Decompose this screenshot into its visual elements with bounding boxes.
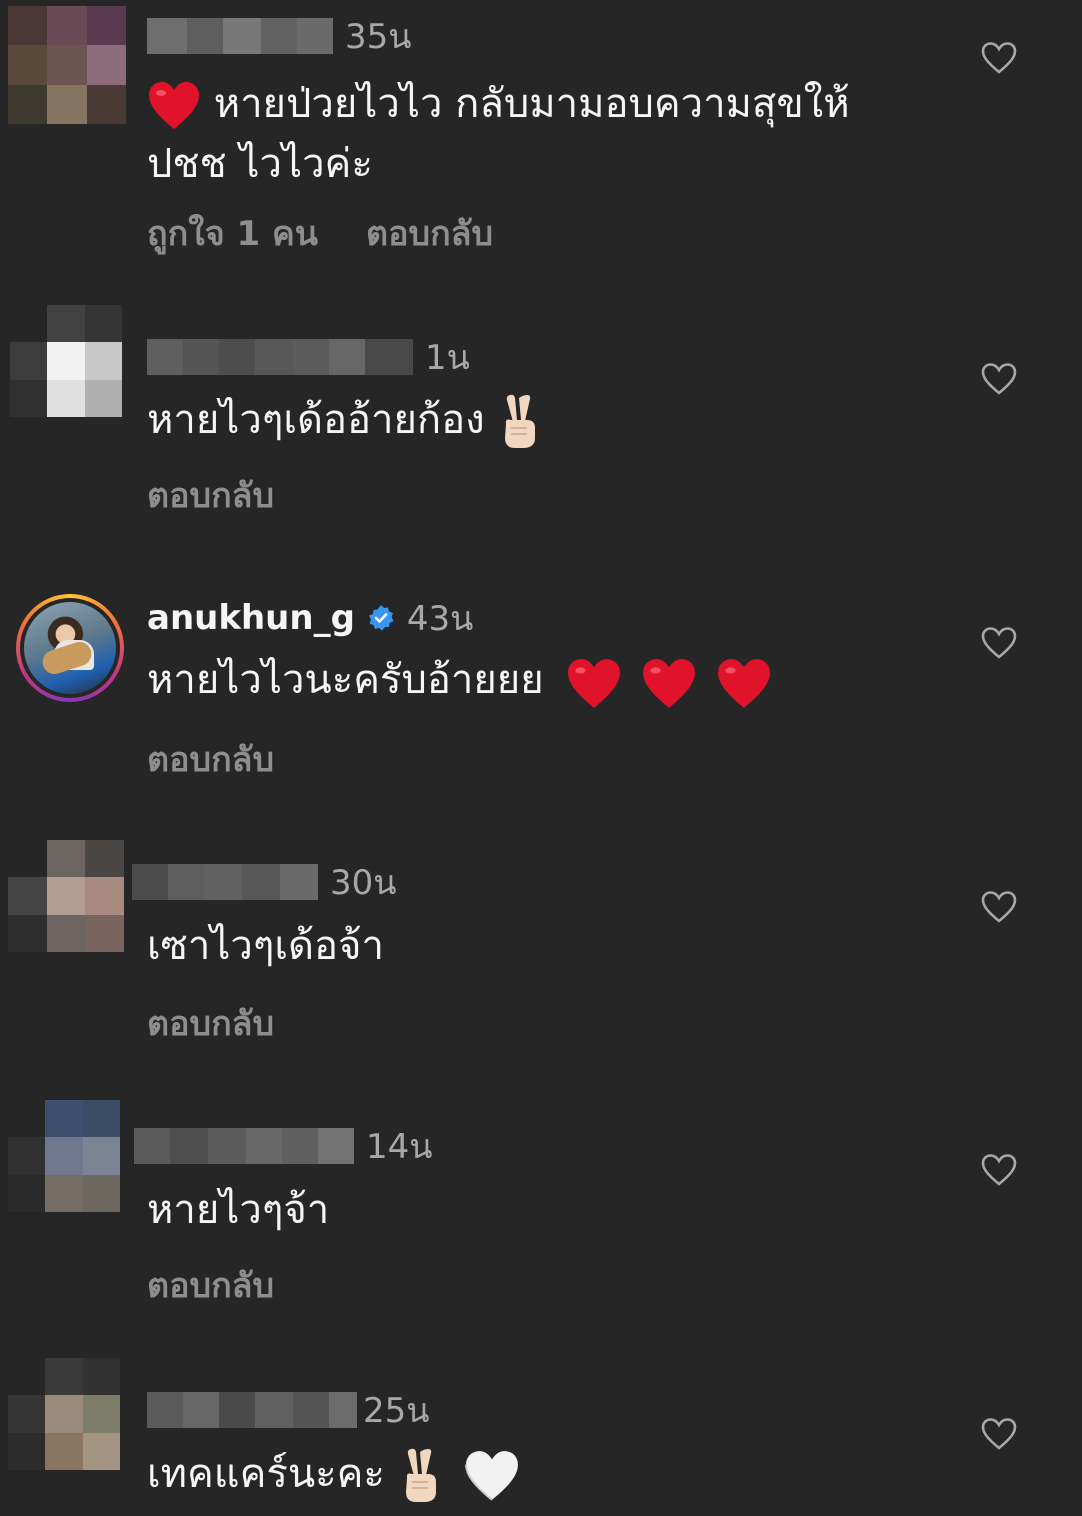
comment-time: 35น bbox=[345, 17, 412, 57]
avatar-photo bbox=[24, 602, 116, 694]
avatar-story-ring[interactable] bbox=[16, 594, 124, 702]
comment-header: 30น bbox=[132, 860, 397, 904]
reply-button[interactable]: ตอบกลับ bbox=[147, 996, 274, 1050]
comment-actions: ถูกใจ 1 คน ตอบกลับ bbox=[147, 206, 493, 260]
like-heart-icon[interactable] bbox=[972, 1143, 1026, 1197]
like-heart-icon[interactable] bbox=[972, 31, 1026, 85]
comment-time: 43น bbox=[406, 599, 474, 639]
comment-text: เทคแคร์นะคะ bbox=[147, 1444, 892, 1504]
comment-item: 25น เทคแคร์นะคะ bbox=[0, 1358, 1082, 1516]
username-blurred[interactable] bbox=[134, 1128, 354, 1164]
comment-body: หายไวๆเด้ออ้ายก้อง bbox=[147, 397, 485, 443]
comment-header: 1น bbox=[147, 335, 470, 379]
comment-body: หายป่วยไวไว กลับมามอบความสุขให้ ปชช ไวไว… bbox=[147, 81, 850, 187]
avatar-blurred[interactable] bbox=[8, 840, 124, 952]
comment-item: 1น หายไวๆเด้ออ้ายก้อง ตอบกลับ bbox=[0, 305, 1082, 568]
comment-text: หายไวๆจ้า bbox=[147, 1180, 892, 1240]
comment-actions: ตอบกลับ bbox=[147, 732, 274, 786]
comment-time: 14น bbox=[366, 1127, 433, 1167]
red-heart-emoji bbox=[149, 82, 199, 129]
comment-text: หายไวไวนะครับอ้ายยย bbox=[147, 650, 892, 712]
reply-button[interactable]: ตอบกลับ bbox=[147, 468, 274, 522]
username[interactable]: anukhun_g bbox=[147, 598, 355, 638]
reply-button[interactable]: ตอบกลับ bbox=[366, 206, 493, 260]
avatar-blurred[interactable] bbox=[8, 1358, 120, 1470]
avatar-blurred[interactable] bbox=[8, 6, 126, 124]
comments-list: 35น หายป่วยไวไว กลับมามอบความสุขให้ ปชช … bbox=[0, 0, 1082, 1516]
likes-count-link[interactable]: ถูกใจ 1 คน bbox=[147, 206, 318, 260]
comment-item: 14น หายไวๆจ้า ตอบกลับ bbox=[0, 1100, 1082, 1363]
avatar-blurred[interactable] bbox=[10, 305, 122, 417]
comment-item: anukhun_g 43น หายไวไวนะครับอ้ายยย ตอบกลั… bbox=[0, 592, 1082, 855]
comment-body: เซาไวๆเด้อจ้า bbox=[147, 923, 384, 969]
comment-body: หายไวไวนะครับอ้ายยย bbox=[147, 657, 544, 703]
comment-actions: ตอบกลับ bbox=[147, 996, 274, 1050]
like-heart-icon[interactable] bbox=[972, 352, 1026, 406]
victory-hand-emoji bbox=[505, 394, 536, 448]
comment-item: 35น หายป่วยไวไว กลับมามอบความสุขให้ ปชช … bbox=[0, 6, 1082, 269]
comment-header: 25น bbox=[147, 1388, 430, 1432]
reply-button[interactable]: ตอบกลับ bbox=[147, 1258, 274, 1312]
avatar-blurred[interactable] bbox=[8, 1100, 120, 1212]
username-blurred[interactable] bbox=[147, 339, 413, 375]
like-heart-icon[interactable] bbox=[972, 616, 1026, 670]
like-heart-icon[interactable] bbox=[972, 880, 1026, 934]
comment-header: anukhun_g 43น bbox=[147, 596, 473, 640]
username-blurred[interactable] bbox=[132, 864, 318, 900]
comment-time: 30น bbox=[330, 863, 397, 903]
comment-text: หายไวๆเด้ออ้ายก้อง bbox=[147, 390, 892, 450]
verified-badge-icon bbox=[368, 605, 394, 631]
comment-text: เซาไวๆเด้อจ้า bbox=[147, 916, 892, 976]
victory-hand-emoji bbox=[405, 1448, 436, 1502]
comment-body: เทคแคร์นะคะ bbox=[147, 1451, 385, 1497]
comment-actions: ตอบกลับ bbox=[147, 468, 274, 522]
comment-text: หายป่วยไวไว กลับมามอบความสุขให้ ปชช ไวไว… bbox=[147, 74, 892, 194]
like-heart-icon[interactable] bbox=[972, 1407, 1026, 1461]
username-blurred[interactable] bbox=[147, 1392, 357, 1428]
comment-time: 1น bbox=[425, 338, 470, 378]
comment-header: 14น bbox=[134, 1124, 433, 1168]
comment-item: 30น เซาไวๆเด้อจ้า ตอบกลับ bbox=[0, 840, 1082, 1103]
comment-actions: ตอบกลับ bbox=[147, 1258, 274, 1312]
username-blurred[interactable] bbox=[147, 18, 333, 54]
comment-header: 35น bbox=[147, 14, 412, 58]
reply-button[interactable]: ตอบกลับ bbox=[147, 732, 274, 786]
white-heart-emoji bbox=[465, 1451, 519, 1501]
comment-time: 25น bbox=[363, 1391, 430, 1431]
comment-body: หายไวๆจ้า bbox=[147, 1187, 330, 1233]
three-red-hearts-emoji bbox=[566, 652, 771, 712]
